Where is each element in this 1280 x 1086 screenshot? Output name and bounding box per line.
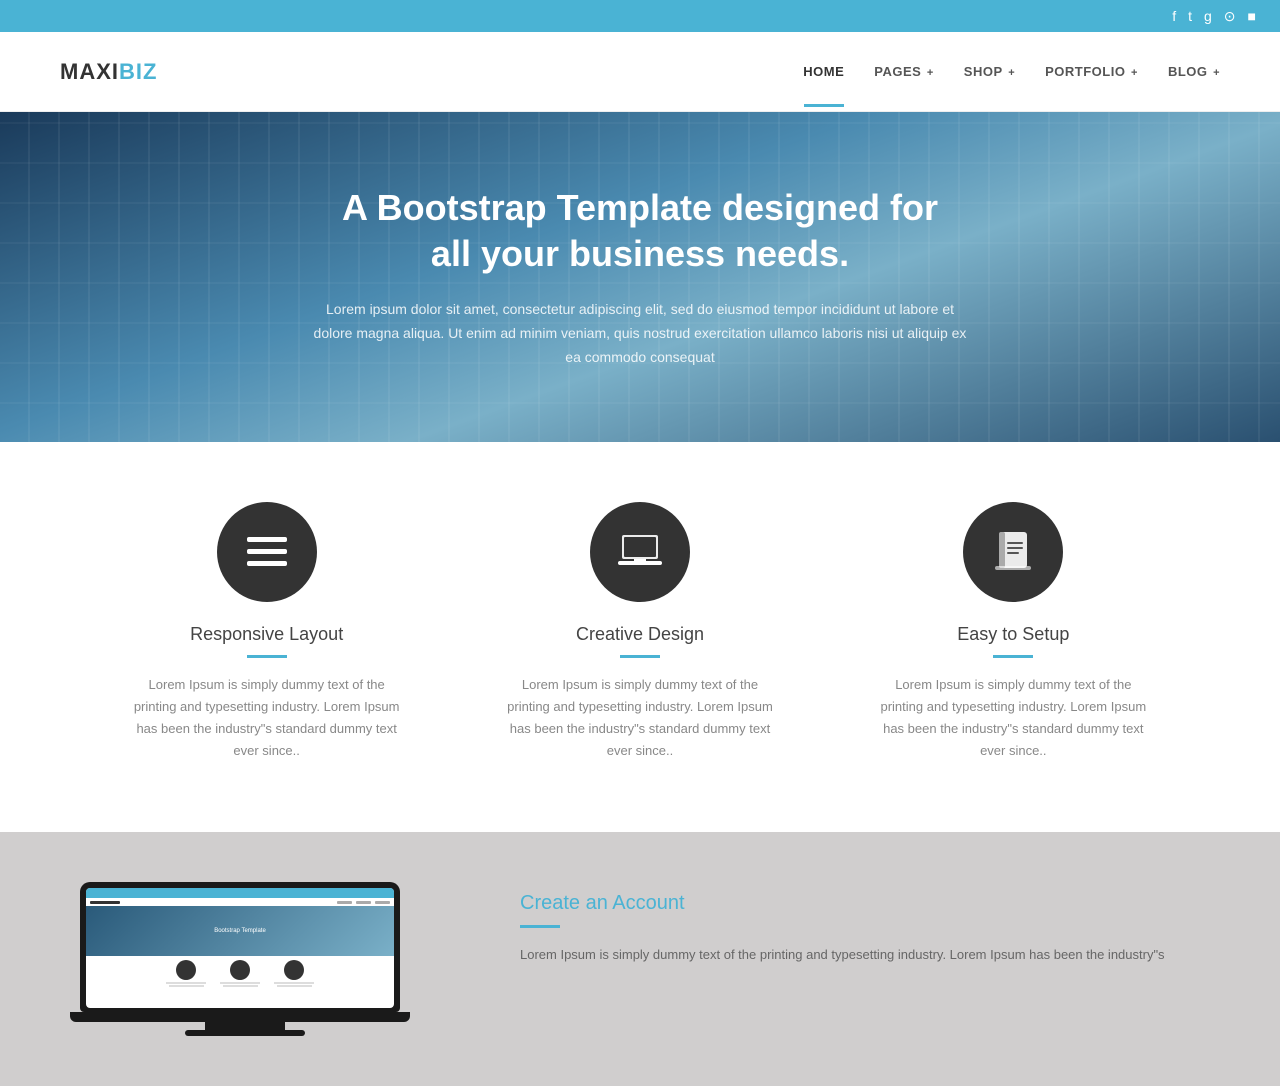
device-screen-area: Bootstrap Template xyxy=(80,882,400,1012)
nav-item-home[interactable]: HOME xyxy=(803,36,844,107)
feature-divider-responsive xyxy=(247,655,287,658)
feature-divider-setup xyxy=(993,655,1033,658)
responsive-layout-icon-circle xyxy=(217,502,317,602)
feature-divider-creative xyxy=(620,655,660,658)
nav-item-portfolio[interactable]: PORTFOLIO + xyxy=(1045,36,1138,107)
hero-content: A Bootstrap Template designed forall you… xyxy=(310,185,970,370)
nav-item-shop[interactable]: SHOP + xyxy=(964,36,1015,107)
feature-desc-setup: Lorem Ipsum is simply dummy text of the … xyxy=(873,674,1153,762)
device-mockup-container: Bootstrap Template xyxy=(80,882,460,1036)
book-icon xyxy=(995,532,1031,572)
header: MAXIBIZ HOME PAGES + SHOP + PORTFOLIO + … xyxy=(0,32,1280,112)
feature-desc-creative: Lorem Ipsum is simply dummy text of the … xyxy=(500,674,780,762)
nav-item-blog[interactable]: BLOG + xyxy=(1168,36,1220,107)
main-nav: HOME PAGES + SHOP + PORTFOLIO + BLOG + xyxy=(803,36,1220,107)
feature-title-creative: Creative Design xyxy=(576,624,704,645)
watermark-text: www.shantagachristiancollege.com xyxy=(88,995,213,1004)
feature-creative-design: Creative Design Lorem Ipsum is simply du… xyxy=(480,502,800,762)
top-bar: f t g ⊙ ■ xyxy=(0,0,1280,32)
feature-title-setup: Easy to Setup xyxy=(957,624,1069,645)
creative-design-icon-circle xyxy=(590,502,690,602)
portfolio-plus-icon: + xyxy=(1127,67,1137,79)
feature-responsive-layout: Responsive Layout Lorem Ipsum is simply … xyxy=(107,502,427,762)
facebook-icon[interactable]: f xyxy=(1172,8,1176,24)
bottom-desc: Lorem Ipsum is simply dummy text of the … xyxy=(520,944,1200,966)
bottom-divider xyxy=(520,925,560,928)
rss-icon[interactable]: ■ xyxy=(1248,8,1256,24)
bottom-section: Bootstrap Template xyxy=(0,832,1280,1086)
hamburger-icon xyxy=(247,537,287,567)
googleplus-icon[interactable]: g xyxy=(1204,8,1212,24)
nav-item-pages[interactable]: PAGES + xyxy=(874,36,934,107)
shop-plus-icon: + xyxy=(1005,67,1015,79)
blog-plus-icon: + xyxy=(1210,67,1220,79)
hero-section: A Bootstrap Template designed forall you… xyxy=(0,112,1280,442)
logo[interactable]: MAXIBIZ xyxy=(60,59,157,85)
feature-easy-setup: Easy to Setup Lorem Ipsum is simply dumm… xyxy=(853,502,1173,762)
hero-subtitle: Lorem ipsum dolor sit amet, consectetur … xyxy=(310,298,970,369)
feature-desc-responsive: Lorem Ipsum is simply dummy text of the … xyxy=(127,674,407,762)
twitter-icon[interactable]: t xyxy=(1188,8,1192,24)
hero-title: A Bootstrap Template designed forall you… xyxy=(310,185,970,279)
laptop-icon xyxy=(618,535,662,569)
pages-plus-icon: + xyxy=(923,67,933,79)
feature-title-responsive: Responsive Layout xyxy=(190,624,343,645)
logo-biz: BIZ xyxy=(119,59,157,84)
bottom-text-area: Create an Account Lorem Ipsum is simply … xyxy=(520,882,1200,966)
logo-maxi: MAXI xyxy=(60,59,119,84)
features-section: Responsive Layout Lorem Ipsum is simply … xyxy=(0,442,1280,832)
bottom-title: Create an Account xyxy=(520,892,1200,915)
dribbble-icon[interactable]: ⊙ xyxy=(1224,8,1236,25)
easy-setup-icon-circle xyxy=(963,502,1063,602)
